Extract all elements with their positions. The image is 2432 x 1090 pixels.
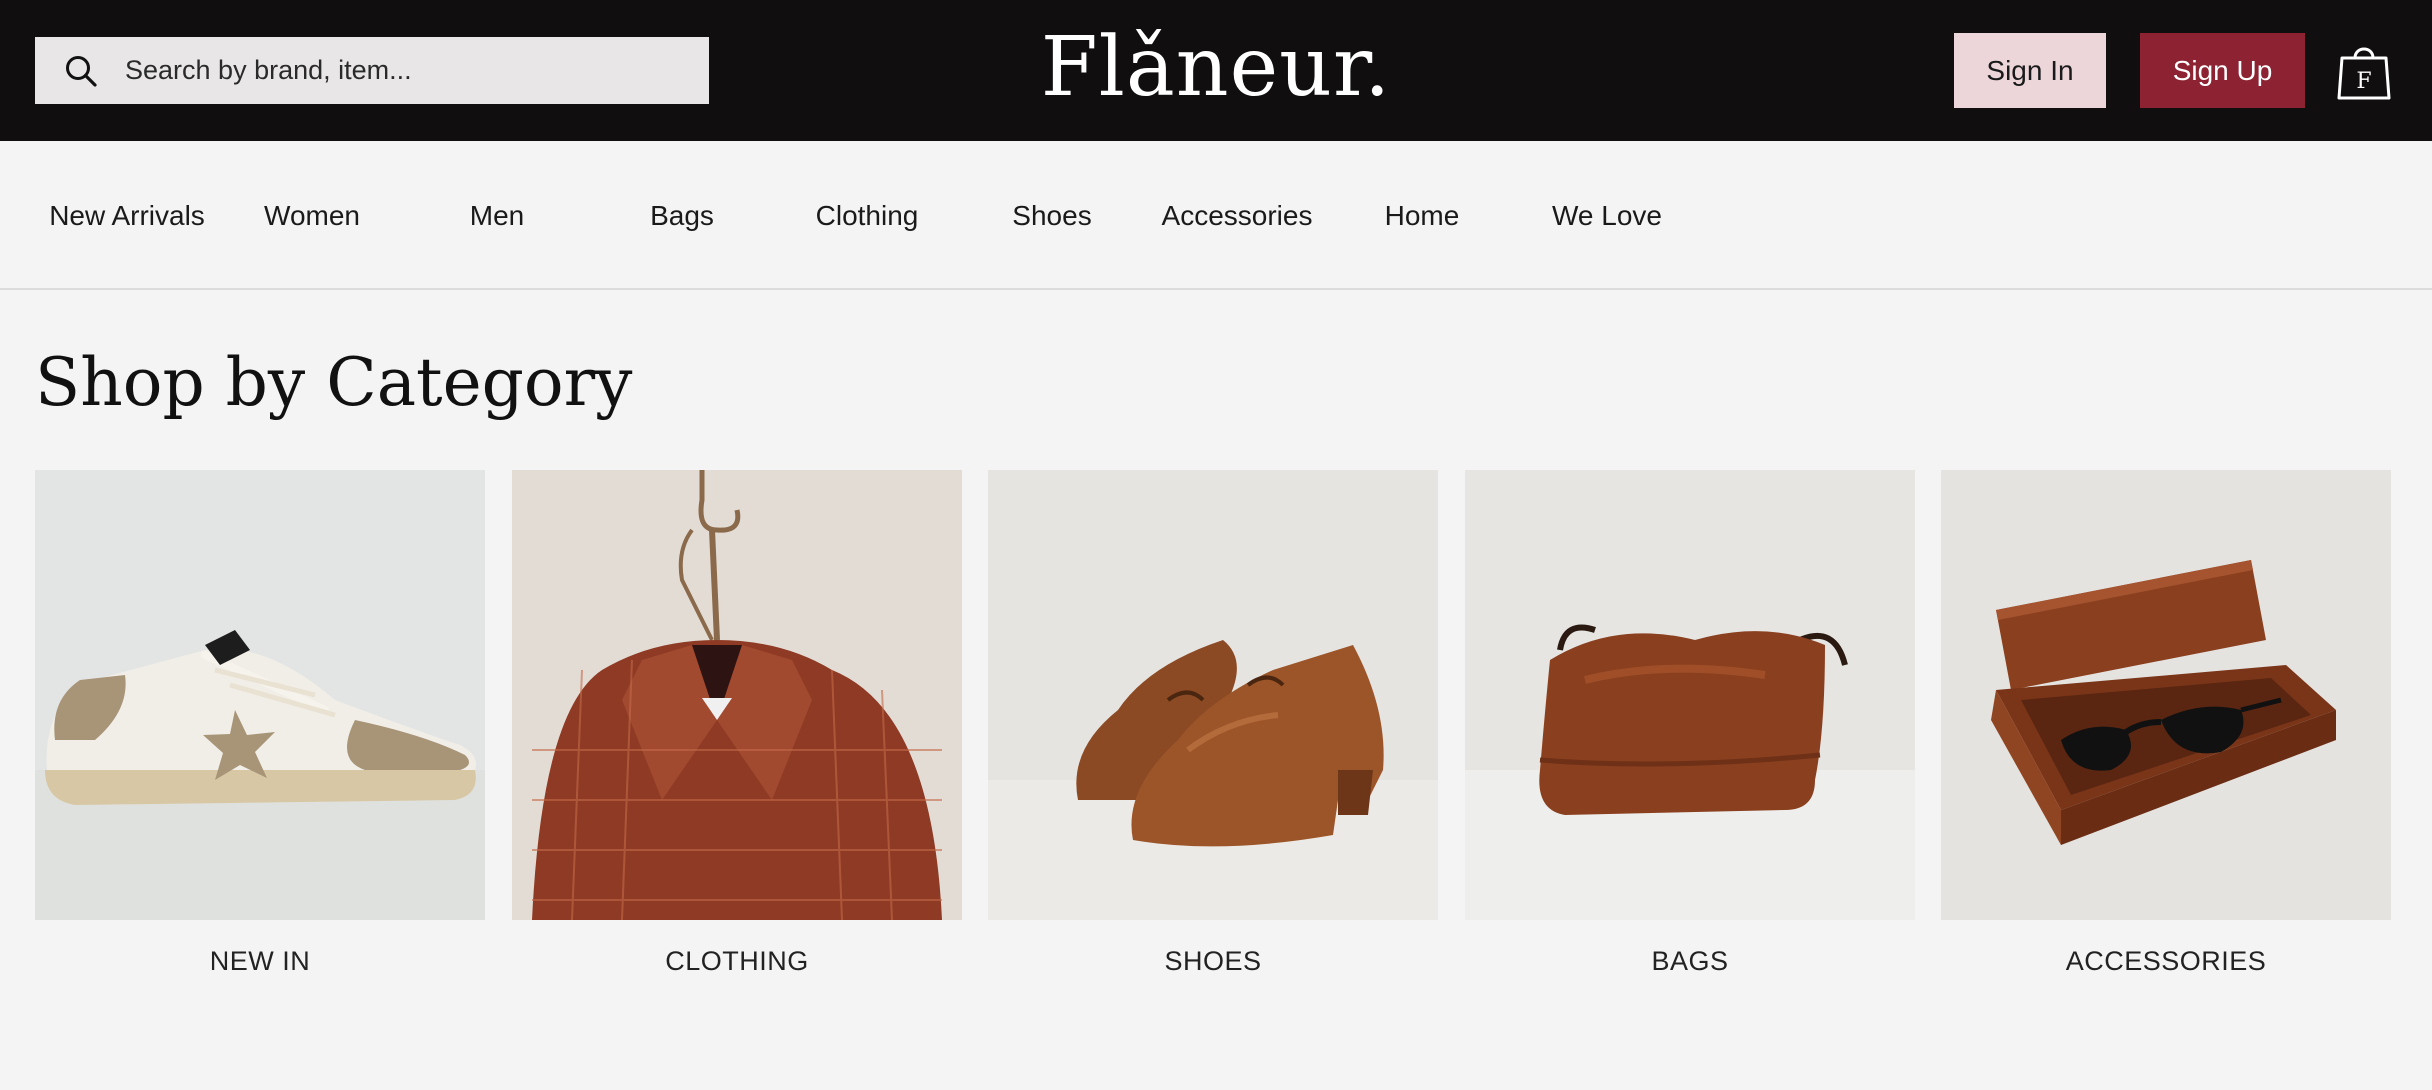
nav-item-we-love[interactable]: We Love <box>1517 141 1697 290</box>
category-card-clothing[interactable]: CLOTHING <box>512 470 962 977</box>
search-icon[interactable] <box>63 53 99 89</box>
category-label: SHOES <box>1164 946 1262 976</box>
ankle-boots-image[interactable] <box>988 470 1438 920</box>
nav-item-home[interactable]: Home <box>1332 141 1512 290</box>
sign-in-button[interactable]: Sign In <box>1954 33 2106 108</box>
bag-letter: F <box>2356 69 2371 94</box>
nav-item-new-arrivals[interactable]: New Arrivals <box>37 141 217 290</box>
nav-item-accessories[interactable]: Accessories <box>1147 141 1327 290</box>
leather-jacket-image[interactable] <box>512 470 962 920</box>
search-bar[interactable] <box>35 37 709 104</box>
nav-item-bags[interactable]: Bags <box>592 141 772 290</box>
category-label: NEW IN <box>209 946 311 976</box>
sign-up-button[interactable]: Sign Up <box>2140 33 2305 108</box>
nav-item-clothing[interactable]: Clothing <box>777 141 957 290</box>
category-card-bags[interactable]: BAGS <box>1465 470 1915 977</box>
category-card-new-in[interactable]: NEW IN <box>35 470 485 977</box>
main-nav: New Arrivals Women Men Bags Clothing Sho… <box>0 141 2432 290</box>
category-card-shoes[interactable]: SHOES <box>988 470 1438 977</box>
site-logo[interactable]: Flǎneur. <box>1030 18 1402 118</box>
sneaker-image[interactable] <box>35 470 485 920</box>
nav-item-shoes[interactable]: Shoes <box>962 141 1142 290</box>
nav-item-women[interactable]: Women <box>222 141 402 290</box>
leather-bag-image[interactable] <box>1465 470 1915 920</box>
category-card-accessories[interactable]: ACCESSORIES <box>1941 470 2391 977</box>
section-title: Shop by Category <box>35 344 633 421</box>
shopping-bag-icon[interactable]: F <box>2336 38 2392 102</box>
nav-item-men[interactable]: Men <box>407 141 587 290</box>
category-label: ACCESSORIES <box>2065 946 2267 976</box>
site-header: Flǎneur. Sign In Sign Up F <box>0 0 2432 141</box>
sunglasses-case-image[interactable] <box>1941 470 2391 920</box>
category-label: BAGS <box>1651 946 1729 976</box>
category-label: CLOTHING <box>665 946 809 976</box>
search-input[interactable] <box>123 54 683 87</box>
